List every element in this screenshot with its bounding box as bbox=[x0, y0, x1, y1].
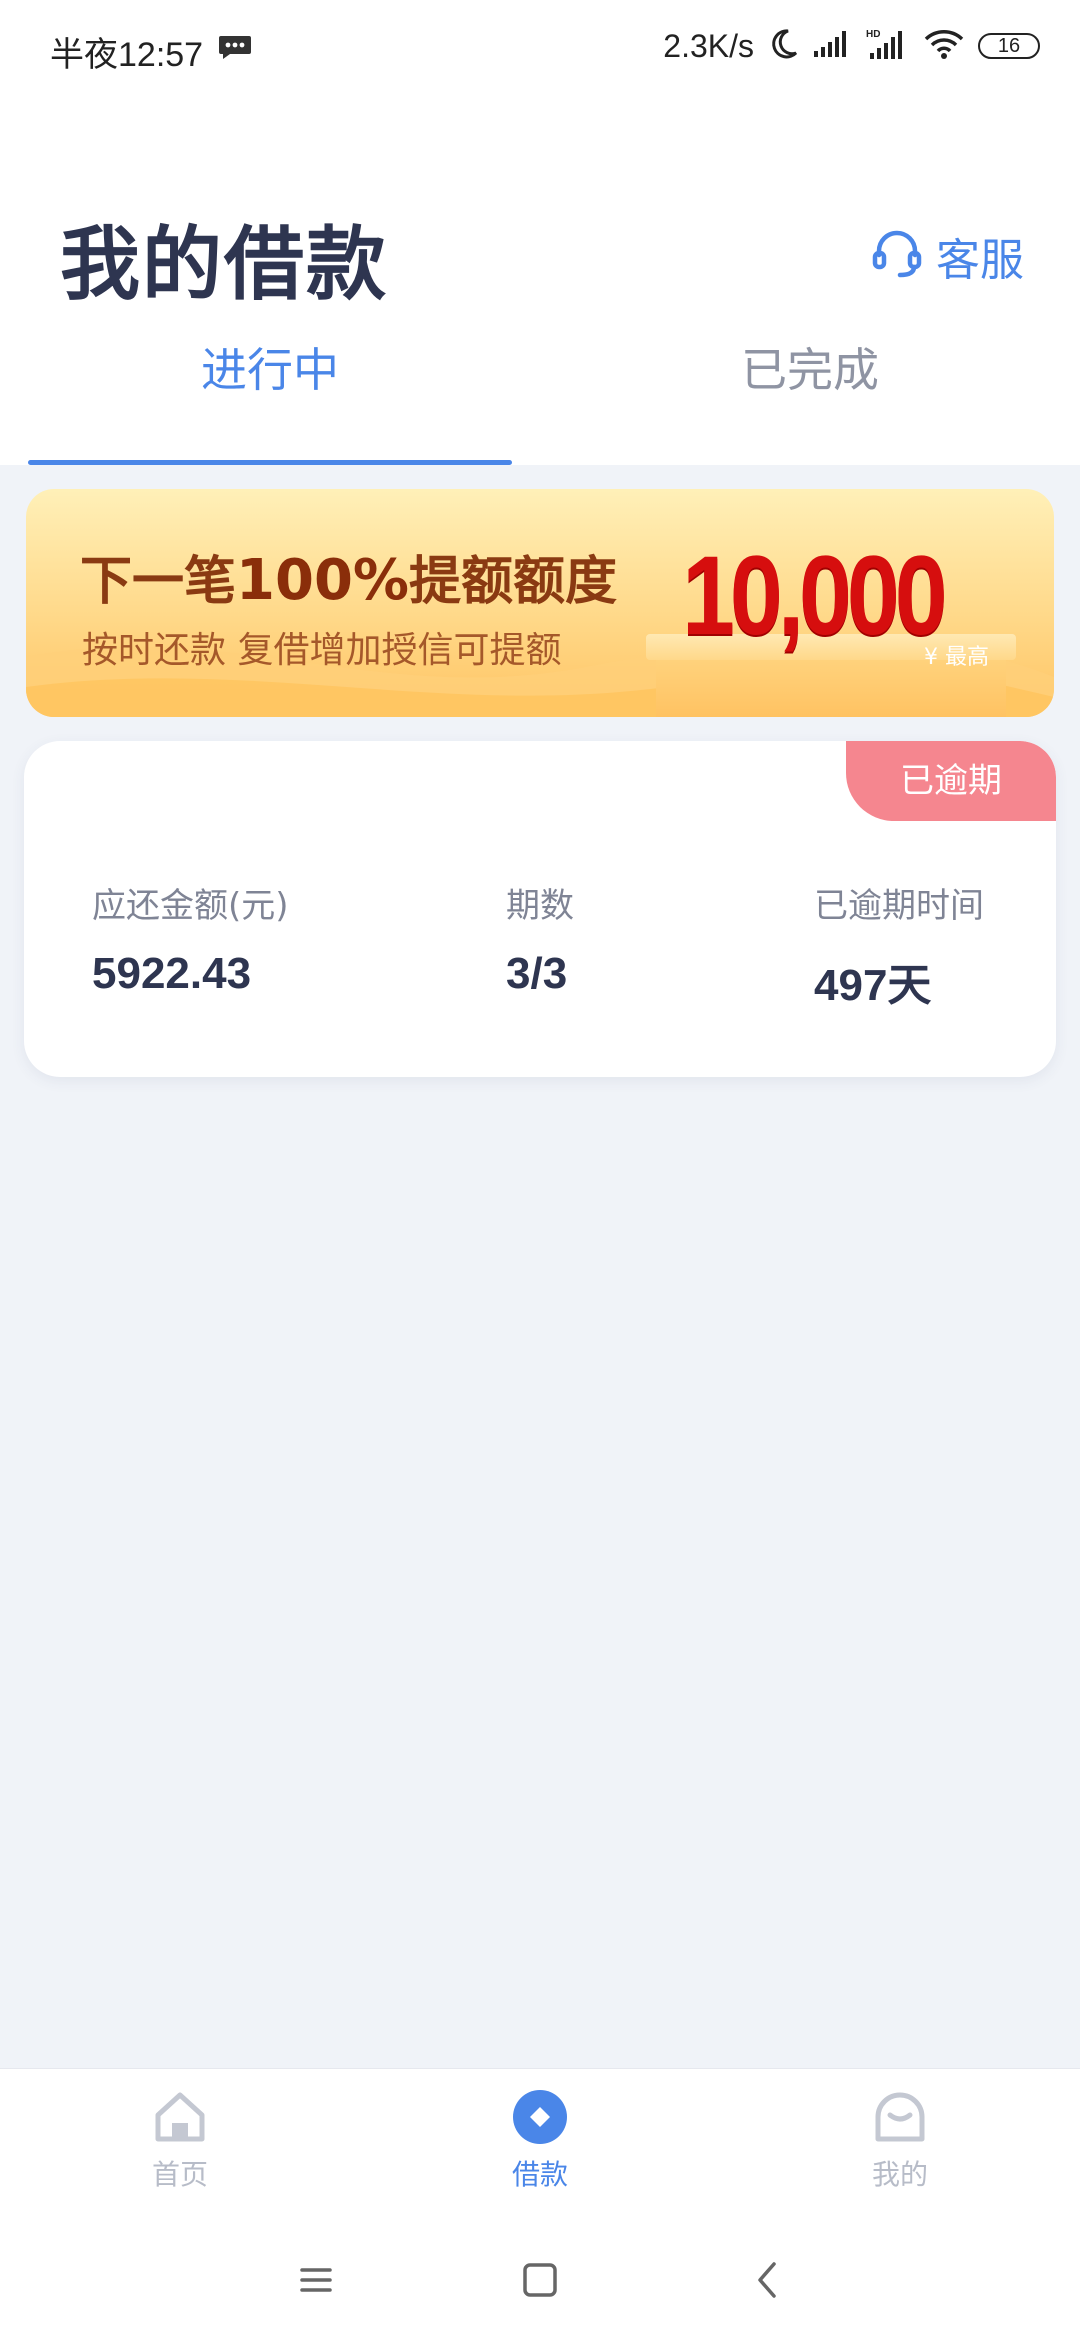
status-badge: 已逾期 bbox=[846, 741, 1056, 821]
overdue-time-stat: 已逾期时间 497天 bbox=[814, 878, 984, 1013]
nav-loan[interactable]: 借款 bbox=[440, 2087, 640, 2207]
home-icon bbox=[150, 2087, 210, 2147]
battery-level: 16 bbox=[997, 34, 1021, 57]
overdue-time-label: 已逾期时间 bbox=[814, 886, 984, 926]
svg-text:HD: HD bbox=[866, 29, 880, 40]
network-speed: 2.3K/s bbox=[663, 27, 754, 64]
customer-service-button[interactable]: 客服 bbox=[870, 224, 1024, 288]
system-nav-bar bbox=[0, 2210, 1080, 2340]
loan-status-tabs: 进行中 已完成 bbox=[0, 320, 1080, 465]
banner-headline-prefix: 下一笔 bbox=[80, 552, 237, 612]
wifi-icon bbox=[924, 28, 964, 65]
overdue-time-value: 497天 bbox=[814, 961, 932, 1010]
nav-mine-label: 我的 bbox=[871, 2158, 928, 2191]
installments-value: 3/3 bbox=[506, 949, 568, 998]
installments-stat: 期数 3/3 bbox=[506, 878, 574, 999]
nav-home[interactable]: 首页 bbox=[80, 2087, 280, 2207]
banner-max-label: ¥ 最高 bbox=[924, 645, 989, 670]
banner-headline: 下一笔100%提额额度 bbox=[80, 539, 617, 614]
banner-amount: 10,000 bbox=[682, 533, 948, 658]
page-header: 我的借款 客服 进行中 已完成 bbox=[0, 100, 1080, 465]
nav-loan-label: 借款 bbox=[511, 2158, 568, 2191]
tab-active-indicator bbox=[28, 460, 512, 465]
loan-card[interactable]: 已逾期 应还金额(元) 5922.43 期数 3/3 已逾期时间 497天 bbox=[24, 741, 1056, 1077]
battery-icon: 16 bbox=[978, 33, 1040, 59]
back-icon[interactable] bbox=[738, 2250, 798, 2310]
moon-icon bbox=[768, 28, 798, 65]
tab-in-progress[interactable]: 进行中 bbox=[0, 320, 540, 465]
loan-icon bbox=[510, 2087, 570, 2147]
amount-due-value: 5922.43 bbox=[92, 949, 252, 998]
installments-label: 期数 bbox=[506, 886, 574, 926]
banner-subtitle: 按时还款 复借增加授信可提额 bbox=[82, 630, 562, 671]
banner-headline-percent: 100% bbox=[236, 548, 410, 613]
tab-completed[interactable]: 已完成 bbox=[540, 320, 1080, 465]
amount-due-stat: 应还金额(元) 5922.43 bbox=[92, 878, 289, 999]
amount-due-label: 应还金额(元) bbox=[92, 886, 289, 926]
status-right: 2.3K/s HD 16 bbox=[663, 26, 1040, 66]
signal-icon bbox=[812, 29, 852, 64]
nav-home-label: 首页 bbox=[151, 2158, 208, 2191]
status-time: 半夜12:57 bbox=[50, 36, 204, 74]
home-square-icon[interactable] bbox=[510, 2250, 570, 2310]
banner-headline-suffix: 提额额度 bbox=[409, 552, 618, 612]
bottom-nav: 首页 借款 我的 bbox=[0, 2068, 1080, 2211]
nav-mine[interactable]: 我的 bbox=[800, 2087, 1000, 2207]
headset-icon bbox=[870, 227, 924, 285]
hd-signal-icon: HD bbox=[866, 27, 910, 66]
message-icon bbox=[218, 34, 252, 60]
profile-icon bbox=[870, 2087, 930, 2147]
customer-service-label: 客服 bbox=[936, 235, 1024, 286]
status-bar: 半夜12:57 2.3K/s HD 16 bbox=[0, 0, 1080, 100]
menu-icon[interactable] bbox=[286, 2250, 346, 2310]
credit-increase-banner[interactable]: 下一笔100%提额额度 按时还款 复借增加授信可提额 10,000 ¥ 最高 bbox=[26, 489, 1054, 717]
page-title: 我的借款 bbox=[60, 218, 388, 311]
